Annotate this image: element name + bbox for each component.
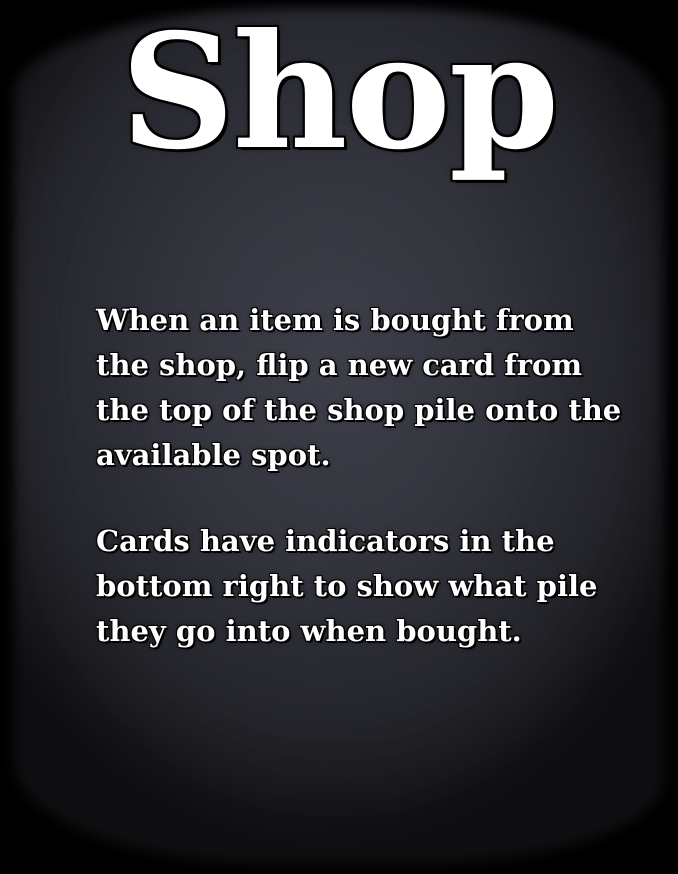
tutorial-screen: Shop When an item is bought from the sho…	[0, 0, 678, 874]
paragraph-line: bottom right to show what pile	[96, 569, 598, 603]
paragraph-line: available spot.	[96, 438, 331, 472]
paragraph-line: the shop, flip a new card from	[96, 348, 583, 382]
paragraph-line: the top of the shop pile onto the	[96, 393, 622, 427]
instruction-paragraph-2: Cards have indicators in the bottom righ…	[96, 519, 656, 654]
paragraph-line: they go into when bought.	[96, 614, 522, 648]
instruction-paragraph-1: When an item is bought from the shop, fl…	[96, 298, 656, 478]
page-title: Shop	[119, 0, 561, 185]
paragraph-line: When an item is bought from	[96, 303, 574, 337]
paragraph-line: Cards have indicators in the	[96, 524, 555, 558]
